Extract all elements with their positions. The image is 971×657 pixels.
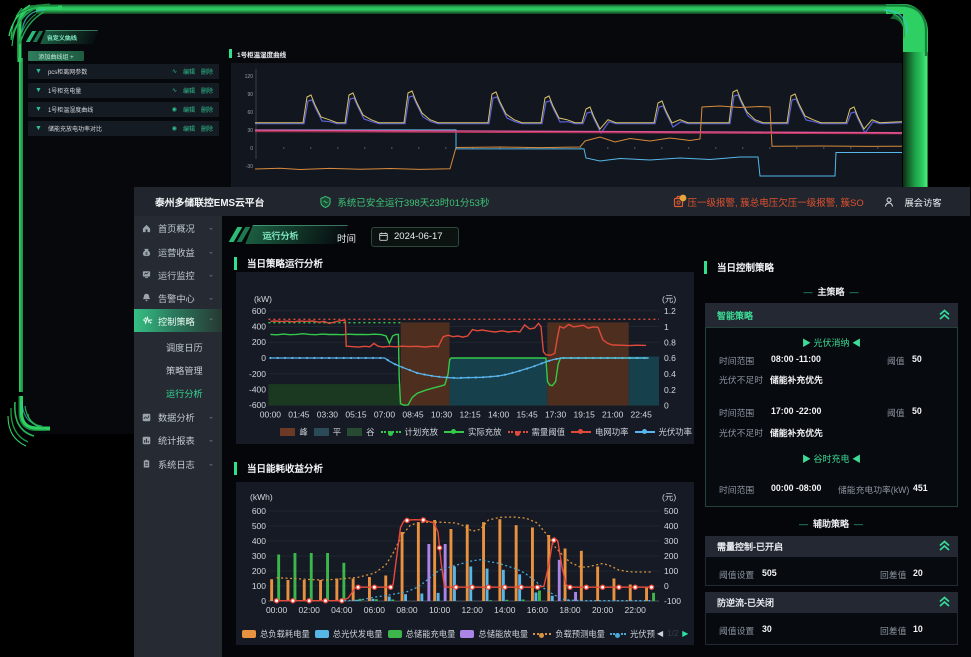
svg-text:-400: -400	[249, 385, 266, 395]
svg-text:(元): (元)	[662, 294, 676, 304]
svg-text:20:00: 20:00	[592, 605, 614, 615]
svg-text:03:30: 03:30	[317, 410, 339, 420]
svg-text:400: 400	[664, 521, 678, 531]
svg-text:05:15: 05:15	[345, 410, 367, 420]
svg-text:0.2: 0.2	[664, 385, 676, 395]
svg-text:120: 120	[245, 74, 254, 80]
svg-text:600: 600	[252, 306, 266, 316]
svg-text:00:00: 00:00	[266, 605, 288, 615]
svg-text:01:45: 01:45	[288, 410, 310, 420]
svg-text:0.8: 0.8	[664, 338, 676, 348]
svg-text:90: 90	[247, 92, 253, 98]
svg-text:0.6: 0.6	[664, 353, 676, 363]
svg-text:400: 400	[252, 322, 266, 332]
svg-text:200: 200	[252, 566, 266, 576]
svg-text:100: 100	[664, 566, 678, 576]
svg-text:21:00: 21:00	[602, 410, 624, 420]
svg-text:100: 100	[252, 581, 266, 591]
svg-text:12:15: 12:15	[459, 410, 481, 420]
svg-text:1.2: 1.2	[664, 306, 676, 316]
svg-text:30: 30	[247, 128, 253, 134]
svg-text:0: 0	[250, 146, 253, 152]
svg-text:06:00: 06:00	[364, 605, 386, 615]
svg-text:500: 500	[664, 506, 678, 516]
svg-text:18:00: 18:00	[559, 605, 581, 615]
svg-text:600: 600	[252, 506, 266, 516]
svg-text:00:00: 00:00	[260, 410, 282, 420]
svg-text:19:15: 19:15	[574, 410, 596, 420]
svg-text:02:00: 02:00	[299, 605, 321, 615]
svg-text:0.4: 0.4	[664, 369, 676, 379]
svg-text:10:00: 10:00	[429, 605, 451, 615]
svg-text:(kWh): (kWh)	[250, 492, 273, 502]
svg-text:0: 0	[664, 581, 669, 591]
svg-text:-200: -200	[249, 369, 266, 379]
svg-text:60: 60	[247, 110, 253, 116]
svg-text:500: 500	[252, 521, 266, 531]
svg-text:-100: -100	[664, 596, 681, 606]
svg-text:04:00: 04:00	[331, 605, 353, 615]
svg-text:0: 0	[664, 401, 669, 411]
svg-text:0: 0	[261, 353, 266, 363]
svg-text:1: 1	[664, 322, 669, 332]
svg-text:12:00: 12:00	[462, 605, 484, 615]
svg-text:200: 200	[664, 551, 678, 561]
svg-text:300: 300	[252, 551, 266, 561]
svg-text:14:00: 14:00	[488, 410, 510, 420]
svg-text:22:00: 22:00	[625, 605, 647, 615]
svg-text:(kW): (kW)	[254, 294, 272, 304]
svg-text:300: 300	[664, 536, 678, 546]
svg-text:16:00: 16:00	[527, 605, 549, 615]
svg-text:14:00: 14:00	[494, 605, 516, 615]
svg-text:(元): (元)	[662, 492, 676, 502]
svg-text:15:45: 15:45	[516, 410, 538, 420]
svg-text:400: 400	[252, 536, 266, 546]
svg-text:08:45: 08:45	[402, 410, 424, 420]
svg-text:10:30: 10:30	[431, 410, 453, 420]
svg-text:200: 200	[252, 337, 266, 347]
svg-text:-30: -30	[246, 164, 253, 170]
svg-text:22:45: 22:45	[631, 410, 653, 420]
svg-text:17:30: 17:30	[545, 410, 567, 420]
svg-text:07:00: 07:00	[374, 410, 396, 420]
svg-text:08:00: 08:00	[396, 605, 418, 615]
